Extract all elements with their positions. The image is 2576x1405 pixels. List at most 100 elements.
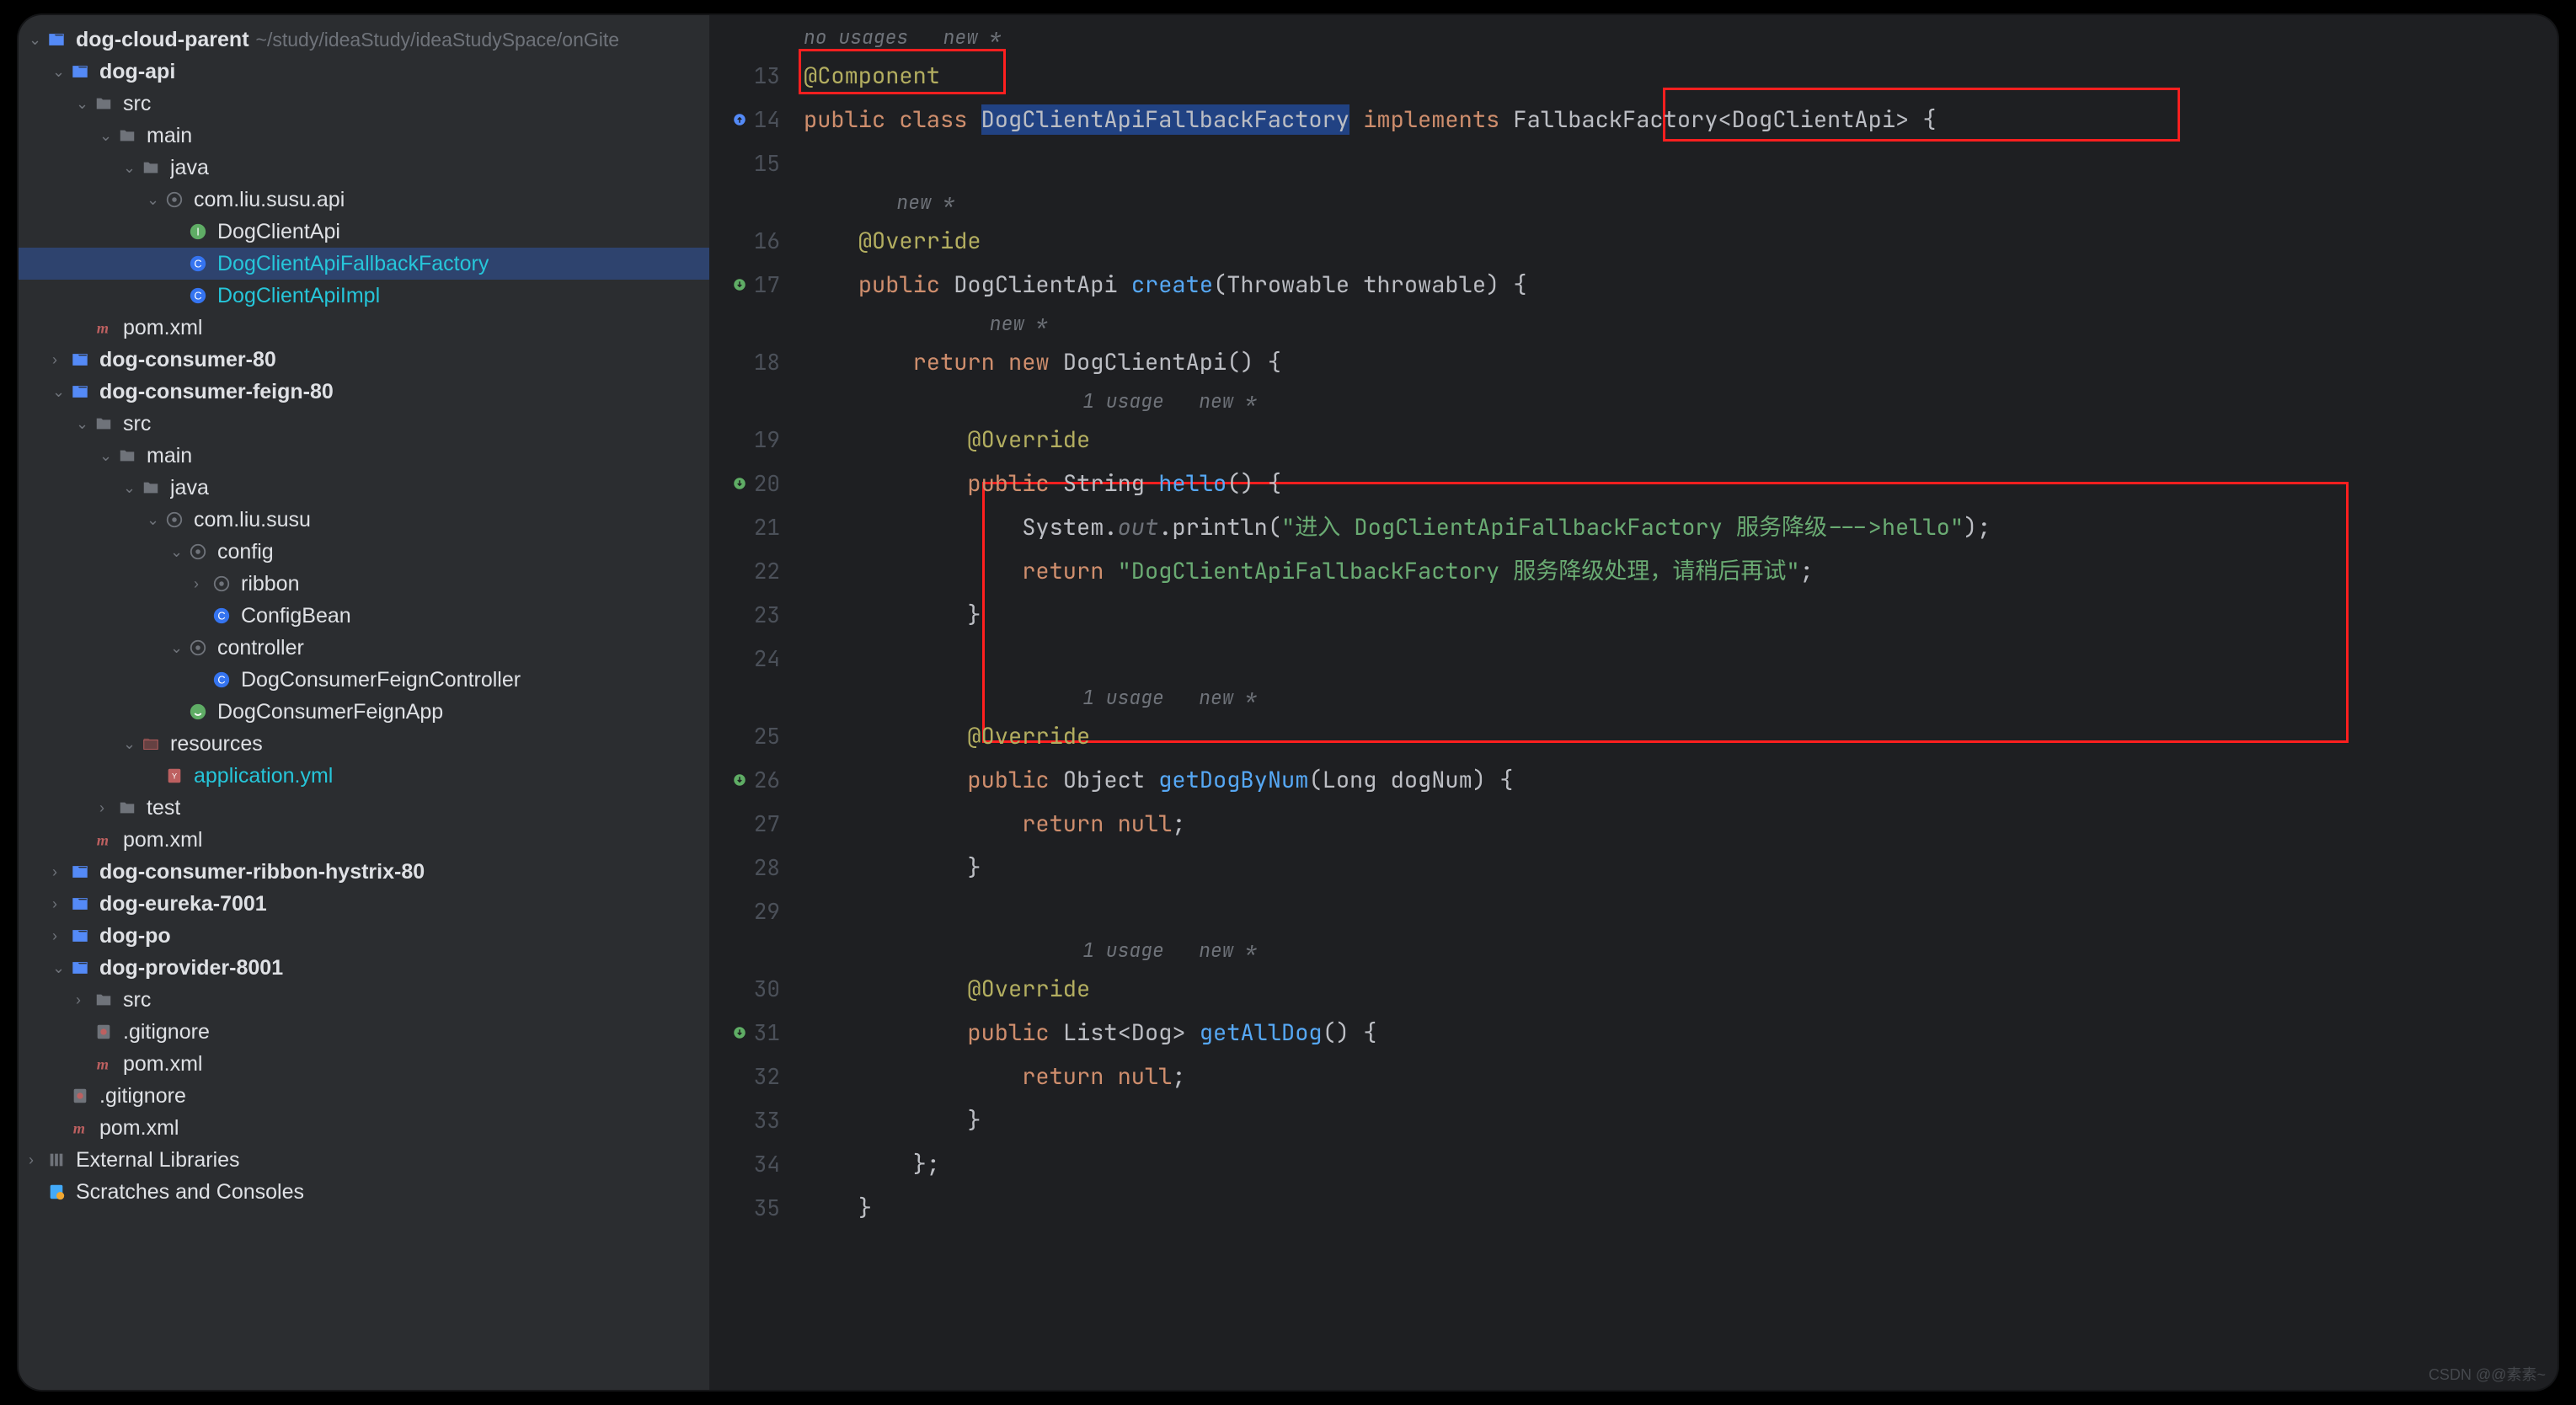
impl-gutter-icon[interactable] — [732, 98, 747, 142]
code-line-15[interactable] — [804, 142, 2557, 185]
tree-node-dog-consumer-ribbon-hystrix-80[interactable]: ›dog-consumer-ribbon-hystrix-80 — [19, 856, 709, 888]
code-line-27[interactable]: return null; — [804, 802, 2557, 846]
chevron-down-icon[interactable]: ⌄ — [170, 639, 189, 657]
chevron-down-icon[interactable]: ⌄ — [123, 159, 142, 177]
chevron-down-icon[interactable]: ⌄ — [76, 415, 94, 433]
gutter-line-number[interactable]: 21 — [709, 505, 804, 549]
tree-node-dogclientapiimpl[interactable]: DogClientApiImpl — [19, 280, 709, 312]
code-line-20[interactable]: public String hello() { — [804, 462, 2557, 505]
chevron-down-icon[interactable]: ⌄ — [123, 479, 142, 497]
chevron-right-icon[interactable]: › — [52, 895, 71, 913]
chevron-down-icon[interactable]: ⌄ — [170, 543, 189, 561]
tree-node-main[interactable]: ⌄main — [19, 120, 709, 152]
code-line-23[interactable]: } — [804, 593, 2557, 637]
code-line-31[interactable]: public List<Dog> getAllDog() { — [804, 1011, 2557, 1055]
tree-node-pom-xml[interactable]: pom.xml — [19, 824, 709, 856]
override-gutter-icon[interactable] — [732, 263, 747, 307]
tree-node-pom-xml[interactable]: pom.xml — [19, 312, 709, 344]
code-line-16[interactable]: @Override — [804, 219, 2557, 263]
chevron-down-icon[interactable]: ⌄ — [147, 191, 165, 209]
tree-node-com-liu-susu-api[interactable]: ⌄com.liu.susu.api — [19, 184, 709, 216]
chevron-right-icon[interactable]: › — [52, 927, 71, 945]
chevron-down-icon[interactable]: ⌄ — [99, 127, 118, 145]
tree-node-dogconsumerfeignapp[interactable]: DogConsumerFeignApp — [19, 696, 709, 728]
code-line-34[interactable]: }; — [804, 1142, 2557, 1186]
gutter-line-number[interactable]: 31 — [709, 1011, 804, 1055]
tree-node-main[interactable]: ⌄main — [19, 440, 709, 472]
code-line-22[interactable]: return "DogClientApiFallbackFactory 服务降级… — [804, 549, 2557, 593]
tree-node-src[interactable]: ⌄src — [19, 408, 709, 440]
gutter-line-number[interactable]: 34 — [709, 1142, 804, 1186]
tree-node-external-libraries[interactable]: ›External Libraries — [19, 1144, 709, 1176]
override-gutter-icon[interactable] — [732, 1011, 747, 1055]
gutter-line-number[interactable]: 19 — [709, 418, 804, 462]
tree-node-java[interactable]: ⌄java — [19, 472, 709, 504]
tree-node-ribbon[interactable]: ›ribbon — [19, 568, 709, 600]
tree-node-com-liu-susu[interactable]: ⌄com.liu.susu — [19, 504, 709, 536]
gutter-line-number[interactable]: 24 — [709, 637, 804, 681]
tree-node-dog-api[interactable]: ⌄dog-api — [19, 56, 709, 88]
tree-node--gitignore[interactable]: .gitignore — [19, 1016, 709, 1048]
gutter-line-number[interactable]: 16 — [709, 219, 804, 263]
tree-node-scratches-and-consoles[interactable]: Scratches and Consoles — [19, 1176, 709, 1208]
gutter-line-number[interactable]: 17 — [709, 263, 804, 307]
gutter-line-number[interactable]: 33 — [709, 1098, 804, 1142]
project-tree-panel[interactable]: ⌄dog-cloud-parent~/study/ideaStudy/ideaS… — [19, 15, 709, 1390]
gutter-line-number[interactable]: 32 — [709, 1055, 804, 1098]
gutter-line-number[interactable]: 27 — [709, 802, 804, 846]
chevron-down-icon[interactable]: ⌄ — [76, 95, 94, 113]
code-line-29[interactable] — [804, 889, 2557, 933]
code-line-30[interactable]: @Override — [804, 967, 2557, 1011]
chevron-right-icon[interactable]: › — [99, 799, 118, 817]
tree-node-resources[interactable]: ⌄resources — [19, 728, 709, 760]
override-gutter-icon[interactable] — [732, 758, 747, 802]
gutter-line-number[interactable]: 23 — [709, 593, 804, 637]
tree-node-src[interactable]: ›src — [19, 984, 709, 1016]
chevron-down-icon[interactable]: ⌄ — [52, 383, 71, 401]
gutter-line-number[interactable]: 22 — [709, 549, 804, 593]
tree-node-controller[interactable]: ⌄controller — [19, 632, 709, 664]
chevron-right-icon[interactable]: › — [52, 863, 71, 881]
chevron-right-icon[interactable]: › — [194, 575, 212, 593]
gutter-line-number[interactable]: 18 — [709, 340, 804, 384]
code-line-13[interactable]: @Component — [804, 54, 2557, 98]
tree-node-config[interactable]: ⌄config — [19, 536, 709, 568]
chevron-down-icon[interactable]: ⌄ — [52, 63, 71, 81]
code-line-19[interactable]: @Override — [804, 418, 2557, 462]
tree-node--gitignore[interactable]: .gitignore — [19, 1080, 709, 1112]
gutter-line-number[interactable]: 35 — [709, 1186, 804, 1230]
tree-node-dogclientapi[interactable]: DogClientApi — [19, 216, 709, 248]
editor-code-area[interactable]: no usages new *@Componentpublic class Do… — [804, 15, 2557, 1390]
override-gutter-icon[interactable] — [732, 462, 747, 505]
tree-node-pom-xml[interactable]: pom.xml — [19, 1048, 709, 1080]
chevron-down-icon[interactable]: ⌄ — [147, 511, 165, 529]
editor-panel[interactable]: 1314151617181920212223242526272829303132… — [709, 15, 2557, 1390]
code-line-21[interactable]: System.out.println("进入 DogClientApiFallb… — [804, 505, 2557, 549]
tree-node-src[interactable]: ⌄src — [19, 88, 709, 120]
gutter-line-number[interactable]: 20 — [709, 462, 804, 505]
code-line-26[interactable]: public Object getDogByNum(Long dogNum) { — [804, 758, 2557, 802]
chevron-down-icon[interactable]: ⌄ — [52, 959, 71, 977]
code-line-28[interactable]: } — [804, 846, 2557, 889]
code-line-32[interactable]: return null; — [804, 1055, 2557, 1098]
gutter-line-number[interactable]: 29 — [709, 889, 804, 933]
chevron-down-icon[interactable]: ⌄ — [123, 735, 142, 753]
code-line-18[interactable]: return new DogClientApi() { — [804, 340, 2557, 384]
chevron-right-icon[interactable]: › — [76, 991, 94, 1009]
tree-node-dog-consumer-feign-80[interactable]: ⌄dog-consumer-feign-80 — [19, 376, 709, 408]
tree-node-dog-po[interactable]: ›dog-po — [19, 920, 709, 952]
chevron-right-icon[interactable]: › — [29, 1151, 47, 1169]
tree-node-java[interactable]: ⌄java — [19, 152, 709, 184]
code-line-17[interactable]: public DogClientApi create(Throwable thr… — [804, 263, 2557, 307]
code-line-25[interactable]: @Override — [804, 714, 2557, 758]
tree-node-dogconsumerfeigncontroller[interactable]: DogConsumerFeignController — [19, 664, 709, 696]
gutter-line-number[interactable]: 30 — [709, 967, 804, 1011]
tree-node-dogclientapifallbackfactory[interactable]: DogClientApiFallbackFactory — [19, 248, 709, 280]
chevron-down-icon[interactable]: ⌄ — [99, 447, 118, 465]
chevron-right-icon[interactable]: › — [52, 351, 71, 369]
tree-node-pom-xml[interactable]: pom.xml — [19, 1112, 709, 1144]
chevron-down-icon[interactable]: ⌄ — [29, 31, 47, 49]
tree-node-configbean[interactable]: ConfigBean — [19, 600, 709, 632]
gutter-line-number[interactable]: 26 — [709, 758, 804, 802]
code-line-14[interactable]: public class DogClientApiFallbackFactory… — [804, 98, 2557, 142]
